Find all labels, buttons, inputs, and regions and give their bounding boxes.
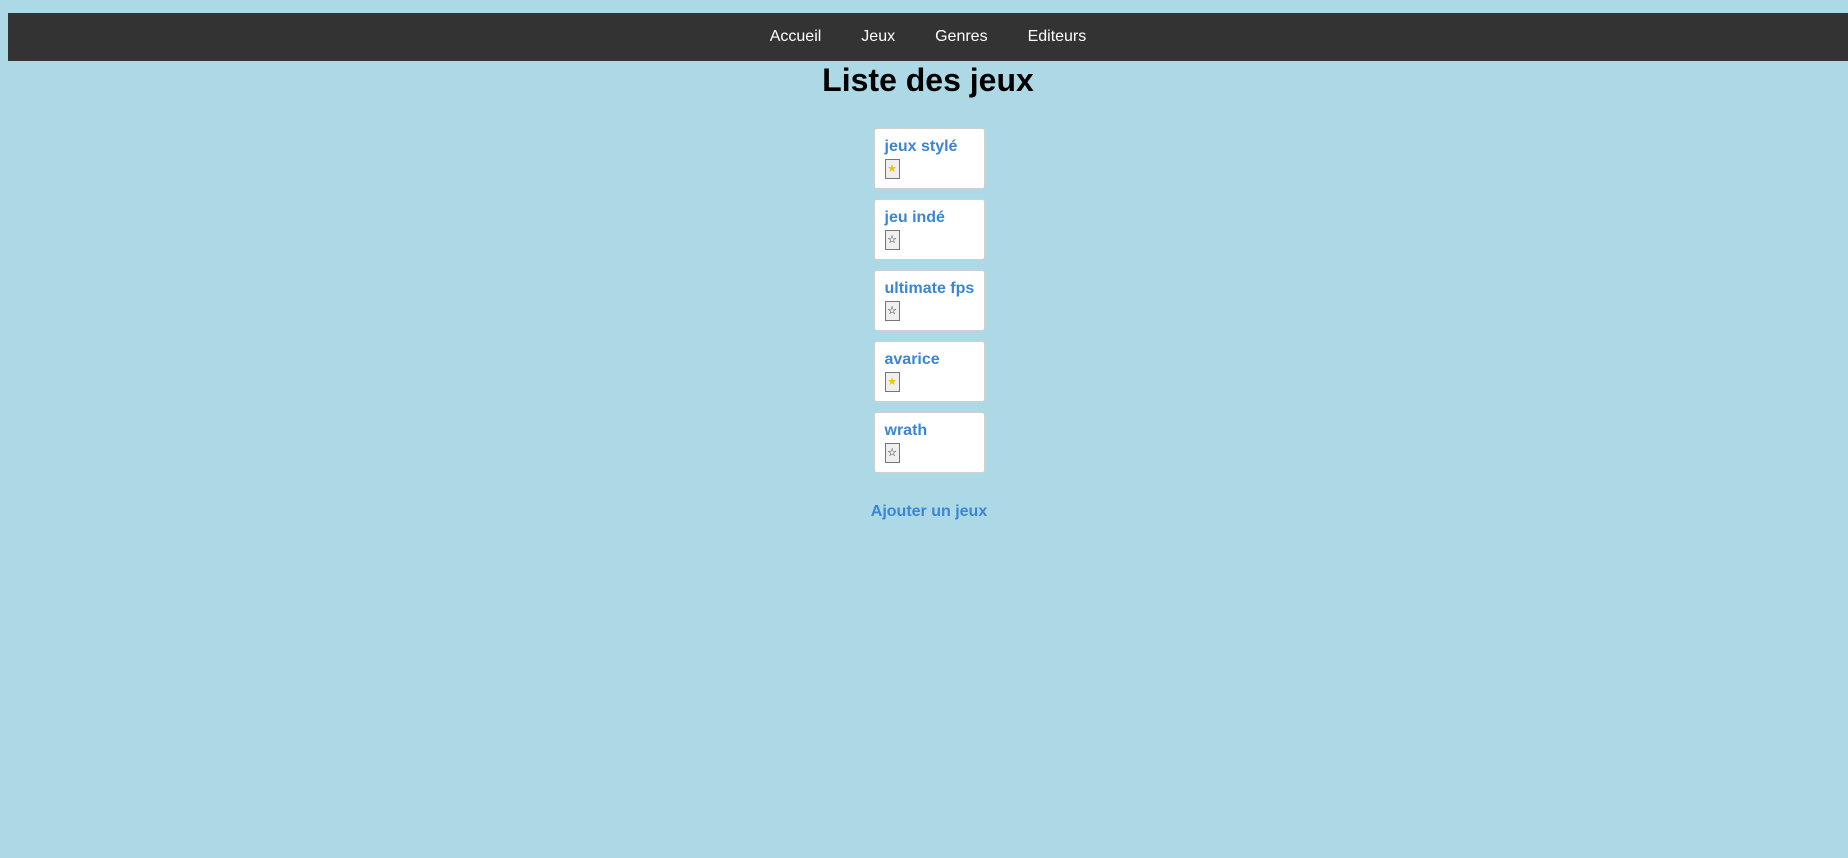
- favorite-toggle-button[interactable]: ☆: [884, 301, 900, 321]
- game-title-link[interactable]: avarice: [885, 351, 984, 369]
- game-card: jeu indé ☆: [873, 199, 985, 260]
- add-game-link[interactable]: Ajouter un jeux: [10, 503, 1848, 521]
- game-title-link[interactable]: jeu indé: [885, 209, 984, 227]
- favorite-toggle-button[interactable]: ★: [884, 372, 900, 392]
- nav-link-accueil[interactable]: Accueil: [750, 13, 842, 61]
- star-filled-icon: ★: [887, 162, 897, 175]
- page-title: Liste des jeux: [822, 62, 1034, 98]
- game-card: avarice ★: [873, 341, 985, 402]
- nav-link-jeux[interactable]: Jeux: [841, 13, 915, 61]
- game-title-link[interactable]: wrath: [885, 422, 984, 440]
- game-title-link[interactable]: jeux stylé: [885, 138, 984, 156]
- star-filled-icon: ★: [887, 375, 897, 388]
- game-card: wrath ☆: [873, 412, 985, 473]
- game-list: jeux stylé ★ jeu indé ☆ ultimate fps ☆ a…: [8, 128, 1848, 483]
- game-card: ultimate fps ☆: [873, 270, 985, 331]
- game-title-link[interactable]: ultimate fps: [885, 280, 984, 298]
- star-outline-icon: ☆: [887, 446, 897, 459]
- favorite-toggle-button[interactable]: ☆: [884, 443, 900, 463]
- star-outline-icon: ☆: [887, 233, 897, 246]
- nav-link-editeurs[interactable]: Editeurs: [1008, 13, 1107, 61]
- game-card: jeux stylé ★: [873, 128, 985, 189]
- top-navbar: Accueil Jeux Genres Editeurs: [8, 13, 1848, 61]
- nav-link-genres[interactable]: Genres: [915, 13, 1007, 61]
- favorite-toggle-button[interactable]: ☆: [884, 230, 900, 250]
- favorite-toggle-button[interactable]: ★: [884, 159, 900, 179]
- star-outline-icon: ☆: [887, 304, 897, 317]
- app-frame: Accueil Jeux Genres Editeurs Liste des j…: [8, 13, 1848, 858]
